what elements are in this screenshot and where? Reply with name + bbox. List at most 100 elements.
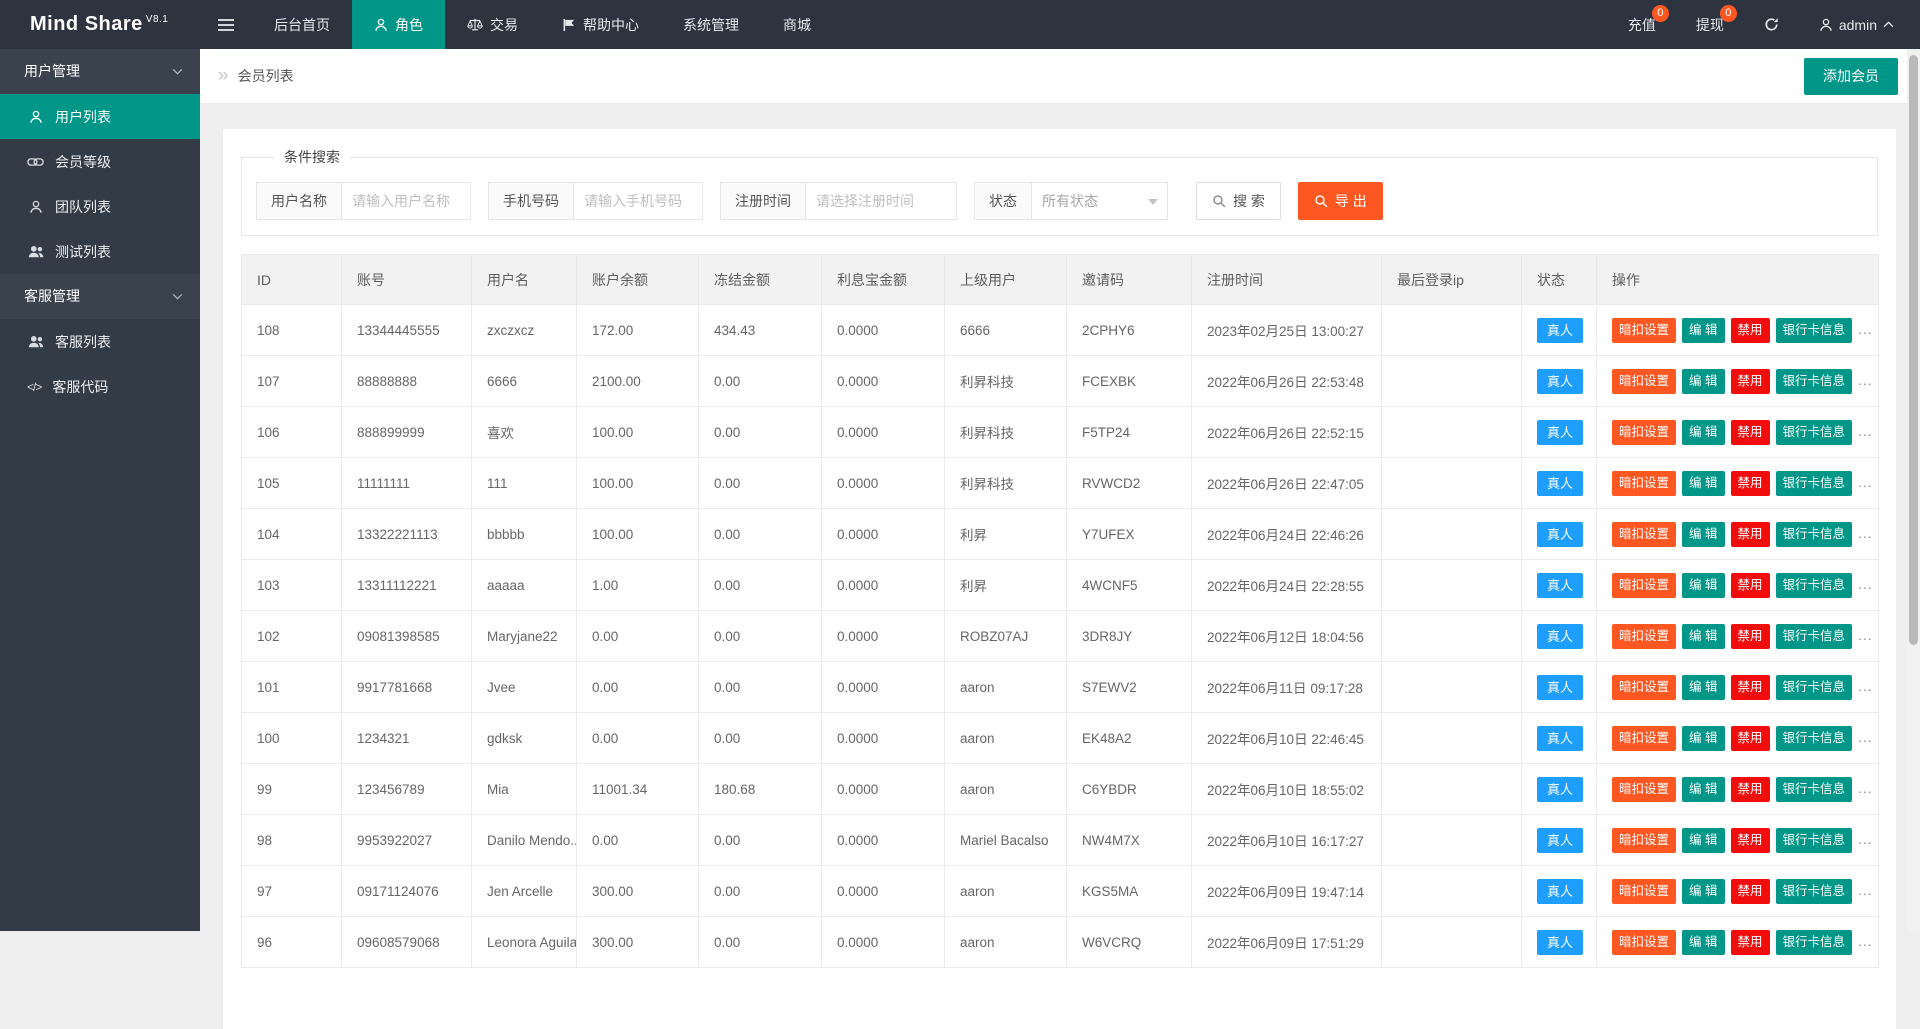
bank-card-button[interactable]: 银行卡信息 bbox=[1776, 420, 1853, 445]
topnav-item[interactable]: 角色 bbox=[352, 0, 445, 49]
deduction-settings-button[interactable]: 暗扣设置 bbox=[1612, 318, 1676, 343]
deduction-settings-button[interactable]: 暗扣设置 bbox=[1612, 828, 1676, 853]
deduction-settings-button[interactable]: 暗扣设置 bbox=[1612, 420, 1676, 445]
edit-button[interactable]: 编 辑 bbox=[1682, 573, 1724, 598]
deduction-settings-button[interactable]: 暗扣设置 bbox=[1612, 522, 1676, 547]
username-input[interactable] bbox=[341, 182, 471, 220]
edit-button[interactable]: 编 辑 bbox=[1682, 828, 1724, 853]
disable-button[interactable]: 禁用 bbox=[1731, 624, 1770, 649]
edit-button[interactable]: 编 辑 bbox=[1682, 879, 1724, 904]
cell-reg_time: 2022年06月10日 22:46:45 bbox=[1192, 713, 1382, 764]
disable-button[interactable]: 禁用 bbox=[1731, 675, 1770, 700]
more-actions[interactable]: ... bbox=[1858, 882, 1873, 898]
deduction-settings-button[interactable]: 暗扣设置 bbox=[1612, 777, 1676, 802]
admin-menu[interactable]: admin bbox=[1799, 0, 1920, 49]
more-actions[interactable]: ... bbox=[1858, 627, 1873, 643]
edit-button[interactable]: 编 辑 bbox=[1682, 471, 1724, 496]
deduction-settings-button[interactable]: 暗扣设置 bbox=[1612, 624, 1676, 649]
more-actions[interactable]: ... bbox=[1858, 372, 1873, 388]
topnav-item[interactable]: 系统管理 bbox=[661, 0, 761, 49]
disable-button[interactable]: 禁用 bbox=[1731, 420, 1770, 445]
edit-button[interactable]: 编 辑 bbox=[1682, 726, 1724, 751]
sidebar-item[interactable]: 客服列表 bbox=[0, 319, 200, 364]
bank-card-button[interactable]: 银行卡信息 bbox=[1776, 624, 1853, 649]
menu-toggle-button[interactable] bbox=[200, 0, 252, 49]
more-actions[interactable]: ... bbox=[1858, 933, 1873, 949]
bank-card-button[interactable]: 银行卡信息 bbox=[1776, 879, 1853, 904]
disable-button[interactable]: 禁用 bbox=[1731, 828, 1770, 853]
deduction-settings-button[interactable]: 暗扣设置 bbox=[1612, 930, 1676, 955]
topnav-item[interactable]: 帮助中心 bbox=[540, 0, 661, 49]
more-actions[interactable]: ... bbox=[1858, 321, 1873, 337]
reg-time-input[interactable] bbox=[805, 182, 957, 220]
sidebar-item[interactable]: 团队列表 bbox=[0, 184, 200, 229]
deduction-settings-button[interactable]: 暗扣设置 bbox=[1612, 369, 1676, 394]
deduction-settings-button[interactable]: 暗扣设置 bbox=[1612, 573, 1676, 598]
deduction-settings-button[interactable]: 暗扣设置 bbox=[1612, 675, 1676, 700]
deduction-settings-button[interactable]: 暗扣设置 bbox=[1612, 471, 1676, 496]
bank-card-button[interactable]: 银行卡信息 bbox=[1776, 318, 1853, 343]
withdraw-button[interactable]: 提现 0 bbox=[1676, 0, 1744, 49]
cell-invite: 3DR8JY bbox=[1067, 611, 1192, 662]
edit-button[interactable]: 编 辑 bbox=[1682, 318, 1724, 343]
disable-button[interactable]: 禁用 bbox=[1731, 522, 1770, 547]
scrollbar-thumb[interactable] bbox=[1909, 55, 1918, 645]
topnav-item[interactable]: 交易 bbox=[445, 0, 540, 49]
sidebar-section-header[interactable]: 客服管理 bbox=[0, 274, 200, 319]
more-actions[interactable]: ... bbox=[1858, 525, 1873, 541]
more-actions[interactable]: ... bbox=[1858, 423, 1873, 439]
sidebar-item[interactable]: 会员等级 bbox=[0, 139, 200, 184]
more-actions[interactable]: ... bbox=[1858, 729, 1873, 745]
bank-card-button[interactable]: 银行卡信息 bbox=[1776, 726, 1853, 751]
more-actions[interactable]: ... bbox=[1858, 474, 1873, 490]
more-actions[interactable]: ... bbox=[1858, 780, 1873, 796]
sidebar-section-header[interactable]: 用户管理 bbox=[0, 49, 200, 94]
bank-card-button[interactable]: 银行卡信息 bbox=[1776, 675, 1853, 700]
cell-id: 105 bbox=[242, 458, 342, 509]
more-actions[interactable]: ... bbox=[1858, 831, 1873, 847]
more-actions[interactable]: ... bbox=[1858, 576, 1873, 592]
bank-card-button[interactable]: 银行卡信息 bbox=[1776, 369, 1853, 394]
bank-card-button[interactable]: 银行卡信息 bbox=[1776, 930, 1853, 955]
cell-frozen: 0.00 bbox=[699, 713, 822, 764]
topnav-item-label: 角色 bbox=[395, 15, 423, 35]
phone-input[interactable] bbox=[573, 182, 703, 220]
edit-button[interactable]: 编 辑 bbox=[1682, 624, 1724, 649]
edit-button[interactable]: 编 辑 bbox=[1682, 369, 1724, 394]
bank-card-button[interactable]: 银行卡信息 bbox=[1776, 471, 1853, 496]
sidebar-item[interactable]: </>客服代码 bbox=[0, 364, 200, 409]
refresh-button[interactable] bbox=[1744, 0, 1799, 49]
cell-invite: EK48A2 bbox=[1067, 713, 1192, 764]
export-button[interactable]: 导 出 bbox=[1298, 182, 1383, 220]
bank-card-button[interactable]: 银行卡信息 bbox=[1776, 777, 1853, 802]
edit-button[interactable]: 编 辑 bbox=[1682, 675, 1724, 700]
bank-card-button[interactable]: 银行卡信息 bbox=[1776, 522, 1853, 547]
topnav-item[interactable]: 商城 bbox=[761, 0, 833, 49]
disable-button[interactable]: 禁用 bbox=[1731, 879, 1770, 904]
disable-button[interactable]: 禁用 bbox=[1731, 726, 1770, 751]
disable-button[interactable]: 禁用 bbox=[1731, 777, 1770, 802]
disable-button[interactable]: 禁用 bbox=[1731, 930, 1770, 955]
sidebar-item[interactable]: 测试列表 bbox=[0, 229, 200, 274]
disable-button[interactable]: 禁用 bbox=[1731, 318, 1770, 343]
chevron-down-icon bbox=[172, 68, 183, 75]
add-member-button[interactable]: 添加会员 bbox=[1804, 58, 1898, 95]
recharge-button[interactable]: 充值 0 bbox=[1608, 0, 1676, 49]
edit-button[interactable]: 编 辑 bbox=[1682, 420, 1724, 445]
bank-card-button[interactable]: 银行卡信息 bbox=[1776, 573, 1853, 598]
disable-button[interactable]: 禁用 bbox=[1731, 471, 1770, 496]
deduction-settings-button[interactable]: 暗扣设置 bbox=[1612, 726, 1676, 751]
sidebar-item[interactable]: 用户列表 bbox=[0, 94, 200, 139]
edit-button[interactable]: 编 辑 bbox=[1682, 777, 1724, 802]
disable-button[interactable]: 禁用 bbox=[1731, 573, 1770, 598]
disable-button[interactable]: 禁用 bbox=[1731, 369, 1770, 394]
bank-card-button[interactable]: 银行卡信息 bbox=[1776, 828, 1853, 853]
topnav-item[interactable]: 后台首页 bbox=[252, 0, 352, 49]
edit-button[interactable]: 编 辑 bbox=[1682, 930, 1724, 955]
status-select[interactable]: 所有状态 bbox=[1031, 182, 1168, 220]
edit-button[interactable]: 编 辑 bbox=[1682, 522, 1724, 547]
more-actions[interactable]: ... bbox=[1858, 678, 1873, 694]
deduction-settings-button[interactable]: 暗扣设置 bbox=[1612, 879, 1676, 904]
search-button[interactable]: 搜 索 bbox=[1196, 182, 1281, 220]
scrollbar[interactable] bbox=[1907, 49, 1920, 931]
